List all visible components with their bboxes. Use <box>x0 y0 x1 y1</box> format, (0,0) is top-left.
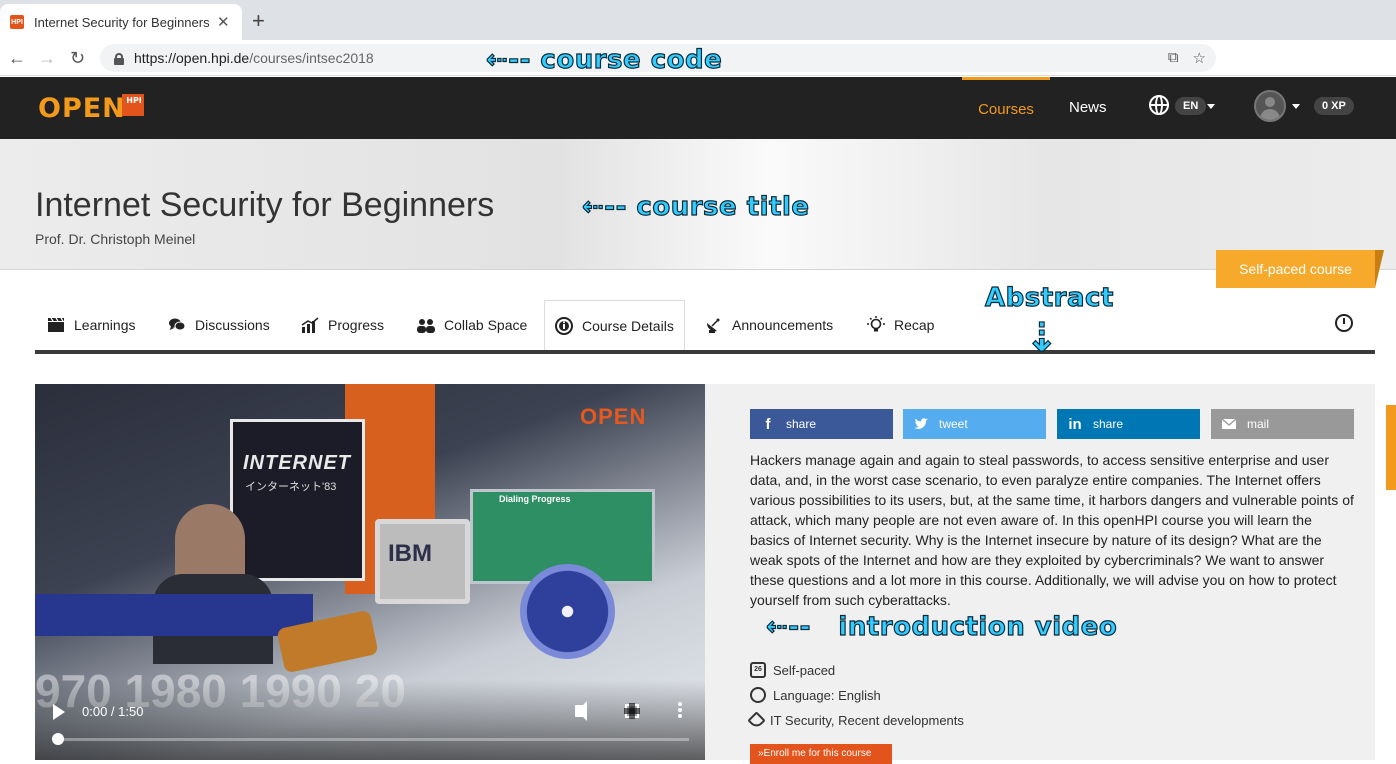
favicon-icon: HPI <box>10 15 24 29</box>
video-progress-handle[interactable] <box>52 733 64 745</box>
facebook-icon: f <box>765 415 771 433</box>
tab-discussions[interactable]: Discussions <box>168 300 270 350</box>
video-internet-sign: INTERNET インターネット'83 <box>230 419 365 581</box>
alarm-clock-icon[interactable] <box>1335 314 1353 332</box>
tags-icon <box>747 711 766 730</box>
meta-language-label: Language: English <box>773 687 881 703</box>
volume-icon[interactable] <box>575 701 587 721</box>
reload-icon[interactable]: ↻ <box>70 46 85 70</box>
video-cd <box>520 564 615 659</box>
site-header: OPEN HPI Courses News EN 0 XP <box>0 77 1396 139</box>
course-details-panel: f share tweet in share mail Hackers manage… <box>705 384 1375 764</box>
chat-bubbles-icon <box>169 318 186 331</box>
tab-course-details[interactable]: Course Details <box>544 300 685 350</box>
xp-badge: 0 XP <box>1314 97 1354 115</box>
mail-share-button[interactable]: mail <box>1211 409 1354 439</box>
tab-announcements[interactable]: Announcements <box>705 300 833 350</box>
tab-title: Internet Security for Beginners <box>34 14 209 30</box>
satellite-dish-icon <box>706 318 720 333</box>
video-controls: 0:00 / 1:50 <box>35 680 705 760</box>
translate-icon[interactable]: ⧉ <box>1168 49 1179 67</box>
group-icon <box>417 319 435 333</box>
bookmark-star-icon[interactable]: ☆ <box>1193 49 1206 67</box>
lightbulb-icon <box>867 316 885 332</box>
nav-news[interactable]: News <box>1069 99 1107 116</box>
more-options-icon[interactable] <box>678 702 682 706</box>
globe-icon[interactable] <box>1149 95 1169 115</box>
meta-categories: IT Security, Recent developments <box>747 711 964 730</box>
annotation-course-title: ⇠-- course title <box>581 191 810 222</box>
intro-video-player[interactable]: INTERNET インターネット'83 Dialing Progress IBM… <box>35 384 705 760</box>
tab-label: Announcements <box>732 317 834 333</box>
video-openhpi-logo: OPEN <box>580 404 647 429</box>
self-paced-badge: Self-paced course <box>1216 250 1384 288</box>
twitter-tweet-button[interactable]: tweet <box>903 409 1046 439</box>
browser-tab[interactable]: HPI Internet Security for Beginners ✕ <box>0 4 242 40</box>
chevron-down-icon[interactable] <box>1207 104 1215 109</box>
meta-language: Language: English <box>750 687 881 703</box>
hpi-logo-badge: HPI <box>121 94 144 116</box>
tab-label: Learnings <box>74 317 136 333</box>
tab-recap[interactable]: Recap <box>867 300 934 350</box>
tab-collab-space[interactable]: Collab Space <box>417 300 527 350</box>
tab-label: Collab Space <box>444 317 528 333</box>
mail-icon <box>1221 418 1237 429</box>
tab-label: Discussions <box>195 317 270 333</box>
bar-chart-icon <box>301 317 319 333</box>
user-avatar[interactable] <box>1254 90 1286 122</box>
video-time: 0:00 / 1:50 <box>82 704 144 719</box>
facebook-share-button[interactable]: f share <box>750 409 893 439</box>
course-title: Internet Security for Beginners <box>35 186 495 224</box>
calendar-icon: 26 <box>750 662 766 678</box>
annotation-abstract: Abstract <box>984 282 1114 313</box>
annotation-down-arrow-icon: ⇣ <box>1024 315 1060 361</box>
lock-icon <box>114 52 124 65</box>
browser-tab-strip: HPI Internet Security for Beginners ✕ + <box>0 0 1396 40</box>
tab-label: Course Details <box>582 317 674 334</box>
side-feedback-tab[interactable] <box>1386 405 1396 490</box>
meta-pace-label: Self-paced <box>773 662 836 678</box>
course-abstract: Hackers manage again and again to steal … <box>750 452 1354 608</box>
clapperboard-icon <box>48 317 64 332</box>
play-icon[interactable] <box>53 704 65 720</box>
url-text: https://open.hpi.de/courses/intsec2018 <box>134 50 374 66</box>
video-ibm-computer: IBM <box>375 519 470 604</box>
course-navigation: Learnings Discussions Progress Collab Sp… <box>35 300 1375 354</box>
enroll-button[interactable]: »Enroll me for this course <box>750 744 892 764</box>
linkedin-share-button[interactable]: in share <box>1057 409 1200 439</box>
linkedin-icon: in <box>1068 415 1082 433</box>
close-tab-icon[interactable]: ✕ <box>217 13 230 31</box>
meta-pace: 26 Self-paced <box>750 662 835 678</box>
twitter-icon <box>914 418 928 429</box>
fullscreen-icon[interactable] <box>624 703 640 719</box>
tab-progress[interactable]: Progress <box>301 300 384 350</box>
meta-categories-label: IT Security, Recent developments <box>770 713 964 728</box>
back-icon[interactable]: ← <box>8 46 26 70</box>
course-teacher: Prof. Dr. Christoph Meinel <box>35 231 196 247</box>
language-globe-icon <box>750 687 766 703</box>
chevron-down-icon[interactable] <box>1292 104 1300 109</box>
new-tab-icon[interactable]: + <box>252 10 265 32</box>
annotation-course-code: ⇠-- course code <box>485 44 723 75</box>
tab-label: Progress <box>328 317 385 333</box>
video-progress-bar[interactable] <box>57 738 689 741</box>
info-icon <box>555 316 573 335</box>
language-selector[interactable]: EN <box>1175 97 1207 115</box>
tab-learnings[interactable]: Learnings <box>47 300 136 350</box>
openhpi-logo[interactable]: OPEN HPI <box>38 93 144 124</box>
video-lower-third <box>35 594 313 636</box>
tab-label: Recap <box>894 317 935 333</box>
nav-courses[interactable]: Courses <box>962 77 1050 139</box>
annotation-intro-video: ⇠-- introduction video <box>765 611 1118 642</box>
forward-icon[interactable]: → <box>38 46 56 70</box>
